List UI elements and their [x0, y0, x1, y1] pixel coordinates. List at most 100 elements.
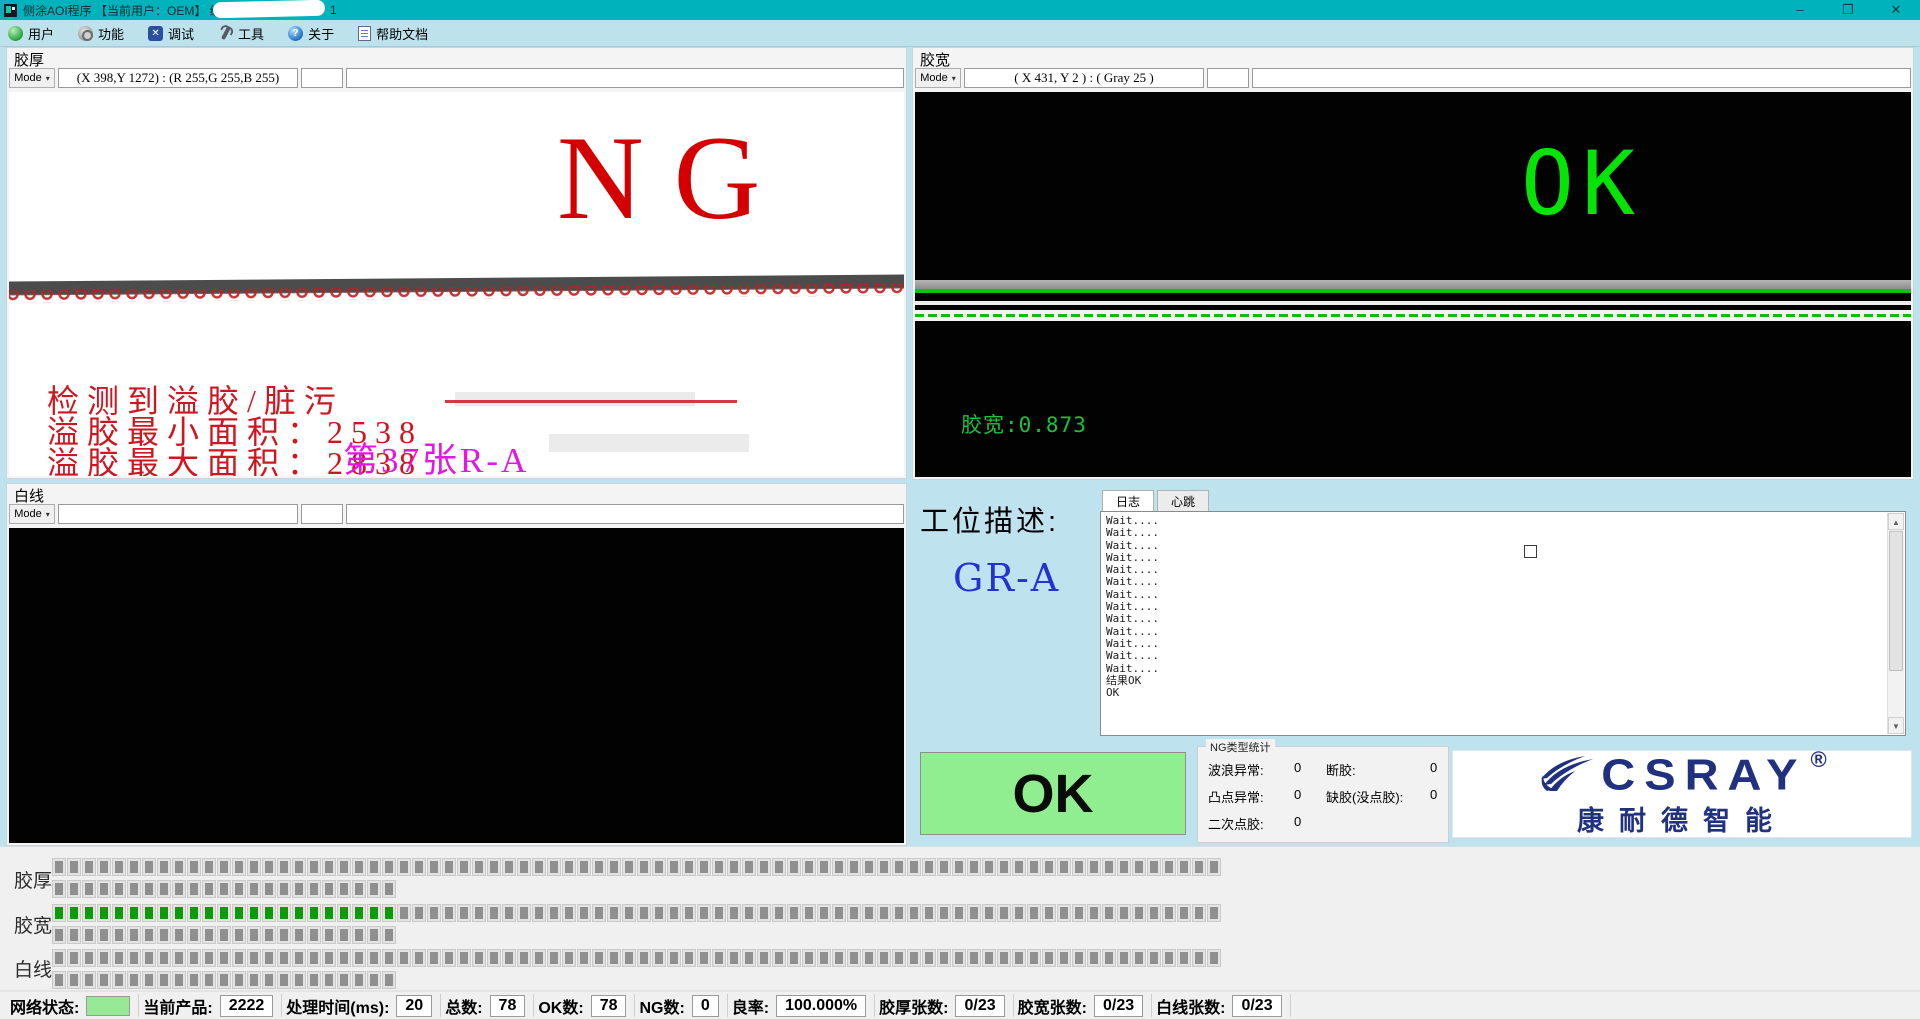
indicator-cell: [188, 950, 200, 966]
indicator-cell: [728, 950, 740, 966]
statusbar-value: 20: [396, 995, 432, 1017]
titlebar: 侧涂AOI程序 【当前用户：OEM】 编 1 – ❐ ✕: [0, 0, 1920, 20]
mode-dropdown[interactable]: Mode ▾: [9, 504, 55, 524]
indicator-cell: [368, 950, 380, 966]
pixel-coordinate-readout[interactable]: [58, 504, 298, 524]
log-line: OK: [1106, 687, 1159, 699]
info-field[interactable]: [346, 504, 904, 524]
indicator-cell: [983, 859, 995, 875]
glue-width-measurement: 胶宽:0.873: [961, 409, 1087, 439]
indicator-cell: [218, 859, 230, 875]
indicator-cell: [53, 905, 65, 921]
overall-result-ok-button[interactable]: OK: [920, 752, 1186, 835]
log-line: Wait....: [1106, 576, 1159, 588]
indicator-cell: [698, 859, 710, 875]
restore-button[interactable]: ❐: [1824, 0, 1872, 20]
log-line: Wait....: [1106, 650, 1159, 662]
indicator-cell: [1088, 950, 1100, 966]
indicator-cell: [758, 859, 770, 875]
panel-glue-width: 胶宽 Mode ▾ ( X 431, Y 2 ) : ( Gray 25 ) O…: [912, 47, 1914, 480]
menu-item-label: 功能: [98, 24, 124, 43]
mode-label: Mode: [14, 508, 42, 520]
panel-glue-thickness: 胶厚 Mode ▾ (X 398,Y 1272) : (R 255,G 255,…: [6, 47, 907, 479]
indicator-cell: [413, 859, 425, 875]
info-globe-icon: [288, 26, 303, 41]
indicator-cell: [263, 905, 275, 921]
statusbar-value: 0/23: [1094, 995, 1143, 1017]
indicator-cell: [578, 950, 590, 966]
chevron-down-icon: ▾: [952, 74, 956, 83]
indicator-cell: [368, 859, 380, 875]
menu-item-label: 用户: [28, 24, 54, 43]
indicator-cell: [548, 859, 560, 875]
aux-field[interactable]: [1207, 68, 1249, 88]
indicator-cell: [503, 859, 515, 875]
indicator-cell: [458, 905, 470, 921]
scroll-up-icon[interactable]: ▲: [1888, 513, 1904, 530]
mode-dropdown[interactable]: Mode ▾: [915, 68, 961, 88]
statusbar-segment-network: 网络状态:: [6, 994, 139, 1017]
menu-item-functions[interactable]: 功能: [78, 24, 124, 43]
indicator-cell: [518, 859, 530, 875]
ng-stat-label: 波浪异常:: [1208, 760, 1294, 779]
station-description-label: 工位描述:: [920, 498, 1059, 540]
indicator-cell: [503, 905, 515, 921]
statusbar-segment: 胶厚张数:0/23: [875, 994, 1013, 1017]
scroll-down-icon[interactable]: ▼: [1888, 717, 1904, 734]
indicator-cell: [233, 905, 245, 921]
info-field[interactable]: [346, 68, 904, 88]
indicator-cell: [128, 950, 140, 966]
indicator-cell: [158, 972, 170, 988]
indicator-cell: [263, 881, 275, 897]
menu-item-about[interactable]: 关于: [288, 24, 334, 43]
menu-item-debug[interactable]: 调试: [148, 24, 194, 43]
panel-title: 胶厚: [7, 48, 906, 66]
indicator-cell: [188, 881, 200, 897]
pixel-coordinate-readout[interactable]: ( X 431, Y 2 ) : ( Gray 25 ): [964, 68, 1204, 88]
white-line-image[interactable]: [9, 528, 904, 843]
aux-field[interactable]: [301, 68, 343, 88]
log-lines: Wait....Wait....Wait....Wait....Wait....…: [1106, 515, 1159, 699]
indicator-cell: [188, 859, 200, 875]
statusbar-label: OK数:: [538, 994, 583, 1018]
info-field[interactable]: [1252, 68, 1911, 88]
menu-item-tools[interactable]: 工具: [218, 24, 264, 43]
indicator-cell: [98, 972, 110, 988]
glue-thickness-image[interactable]: NG 检测到溢胶/脏污 溢胶最小面积：2538 溢胶最大面积：2838 第37张…: [9, 92, 904, 476]
pixel-coordinate-readout[interactable]: (X 398,Y 1272) : (R 255,G 255,B 255): [58, 68, 298, 88]
statusbar-value: 78: [490, 995, 526, 1017]
camera-strip-gray: [915, 280, 1911, 289]
statusbar-value: 78: [591, 995, 627, 1017]
minimize-button[interactable]: –: [1776, 0, 1824, 20]
menu-item-help-docs[interactable]: 帮助文档: [358, 24, 428, 43]
indicator-cell: [308, 859, 320, 875]
tab-heartbeat[interactable]: 心跳: [1157, 490, 1209, 511]
indicator-cell: [1028, 950, 1040, 966]
mode-dropdown[interactable]: Mode ▾: [9, 68, 55, 88]
log-checkbox[interactable]: [1524, 545, 1537, 558]
indicator-cell: [863, 859, 875, 875]
log-scrollbar[interactable]: ▲ ▼: [1887, 513, 1904, 734]
indicator-cell: [338, 950, 350, 966]
indicator-cell: [668, 950, 680, 966]
frame-number-label: 第37张R-A: [343, 432, 529, 476]
aux-field[interactable]: [301, 504, 343, 524]
indicator-cell: [83, 950, 95, 966]
indicator-cell: [488, 905, 500, 921]
glue-width-image[interactable]: OK 胶宽:0.873: [915, 92, 1911, 477]
indicator-cell: [698, 905, 710, 921]
scrollbar-thumb[interactable]: [1889, 531, 1903, 671]
indicator-cell: [623, 905, 635, 921]
indicator-cell: [923, 950, 935, 966]
indicator-cell: [233, 881, 245, 897]
log-body[interactable]: Wait....Wait....Wait....Wait....Wait....…: [1100, 511, 1906, 736]
indicator-cell: [1058, 905, 1070, 921]
indicator-cell: [608, 859, 620, 875]
menubar: 用户 功能 调试 工具 关于 帮助文档: [0, 20, 1920, 47]
indicator-cell: [353, 881, 365, 897]
indicator-cell: [53, 881, 65, 897]
close-button[interactable]: ✕: [1872, 0, 1920, 20]
tab-log[interactable]: 日志: [1102, 490, 1154, 511]
menu-item-user[interactable]: 用户: [8, 24, 54, 43]
indicator-cell: [173, 950, 185, 966]
